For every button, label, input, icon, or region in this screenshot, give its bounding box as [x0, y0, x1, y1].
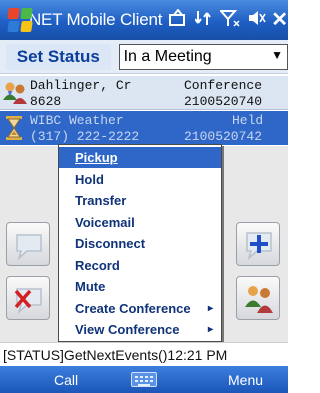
speaker-icon[interactable]	[247, 9, 267, 32]
softkey-bar: Call Menu	[0, 366, 288, 393]
status-select[interactable]: In a Meeting ▼	[118, 43, 288, 70]
menu-item-label: Hold	[75, 172, 104, 187]
call-number: (317) 222-2222	[30, 129, 140, 144]
menu-item-label: View Conference	[75, 322, 180, 337]
call-number: 8628	[30, 94, 62, 109]
call-list-item[interactable]: Dahlinger, Cr Conference 8628 2100520740	[0, 76, 288, 110]
menu-item-transfer[interactable]: Transfer	[59, 190, 221, 211]
menu-item-label: Voicemail	[75, 215, 135, 230]
menu-item-label: Disconnect	[75, 236, 146, 251]
status-icons	[168, 7, 267, 32]
menu-item-hold[interactable]: Hold	[59, 169, 221, 190]
close-icon[interactable]: ✕	[271, 8, 288, 32]
call-context-menu: Pickup Hold Transfer Voicemail Disconnec…	[58, 144, 222, 342]
call-type: Held	[232, 113, 264, 128]
decline-x-button[interactable]	[6, 276, 50, 320]
call-type: Conference	[184, 78, 263, 93]
add-plus-button[interactable]	[236, 222, 280, 266]
menu-item-label: Transfer	[75, 193, 127, 208]
menu-item-view-conference[interactable]: View Conference ▸	[59, 319, 221, 340]
call-name: Dahlinger, Cr	[30, 78, 132, 93]
conference-people-icon	[2, 80, 27, 106]
menu-item-label: Record	[75, 258, 120, 273]
set-status-button[interactable]: Set Status	[6, 43, 111, 70]
menu-item-pickup[interactable]: Pickup	[59, 147, 221, 168]
call-extension: 2100520742	[184, 129, 263, 144]
menu-item-voicemail[interactable]: Voicemail	[59, 212, 221, 233]
menu-item-label: Mute	[75, 279, 106, 294]
windows-logo-icon[interactable]	[7, 7, 33, 33]
sync-icon[interactable]	[168, 7, 188, 32]
chat-bubble-button[interactable]	[6, 222, 50, 266]
submenu-arrow-icon: ▸	[207, 324, 213, 335]
status-select-value: In a Meeting	[123, 47, 212, 65]
conference-people-button[interactable]	[236, 276, 280, 320]
call-extension: 2100520740	[184, 94, 263, 109]
menu-softkey[interactable]: Menu	[228, 372, 263, 388]
menu-item-create-conference[interactable]: Create Conference ▸	[59, 298, 221, 319]
submenu-arrow-icon: ▸	[207, 303, 213, 314]
keyboard-icon[interactable]	[131, 372, 157, 387]
status-line: [STATUS]GetNextEvents()12:21 PM	[0, 342, 288, 366]
network-icon[interactable]	[194, 9, 213, 32]
held-hourglass-icon	[2, 115, 26, 141]
menu-item-label: Create Conference	[75, 301, 191, 316]
call-name: WIBC Weather	[30, 113, 124, 128]
menu-item-disconnect[interactable]: Disconnect	[59, 233, 221, 254]
title-bar: .NET Mobile Client ✕	[0, 0, 288, 40]
status-row: Set Status In a Meeting ▼	[0, 40, 288, 74]
signal-icon[interactable]	[219, 9, 240, 32]
call-softkey[interactable]: Call	[54, 372, 78, 388]
menu-item-mute[interactable]: Mute	[59, 276, 221, 297]
app-title: .NET Mobile Client	[24, 10, 163, 29]
menu-item-label: Pickup	[75, 150, 118, 165]
chevron-down-icon: ▼	[271, 47, 283, 62]
menu-item-record[interactable]: Record	[59, 255, 221, 276]
call-list-item[interactable]: WIBC Weather Held (317) 222-2222 2100520…	[0, 111, 288, 145]
